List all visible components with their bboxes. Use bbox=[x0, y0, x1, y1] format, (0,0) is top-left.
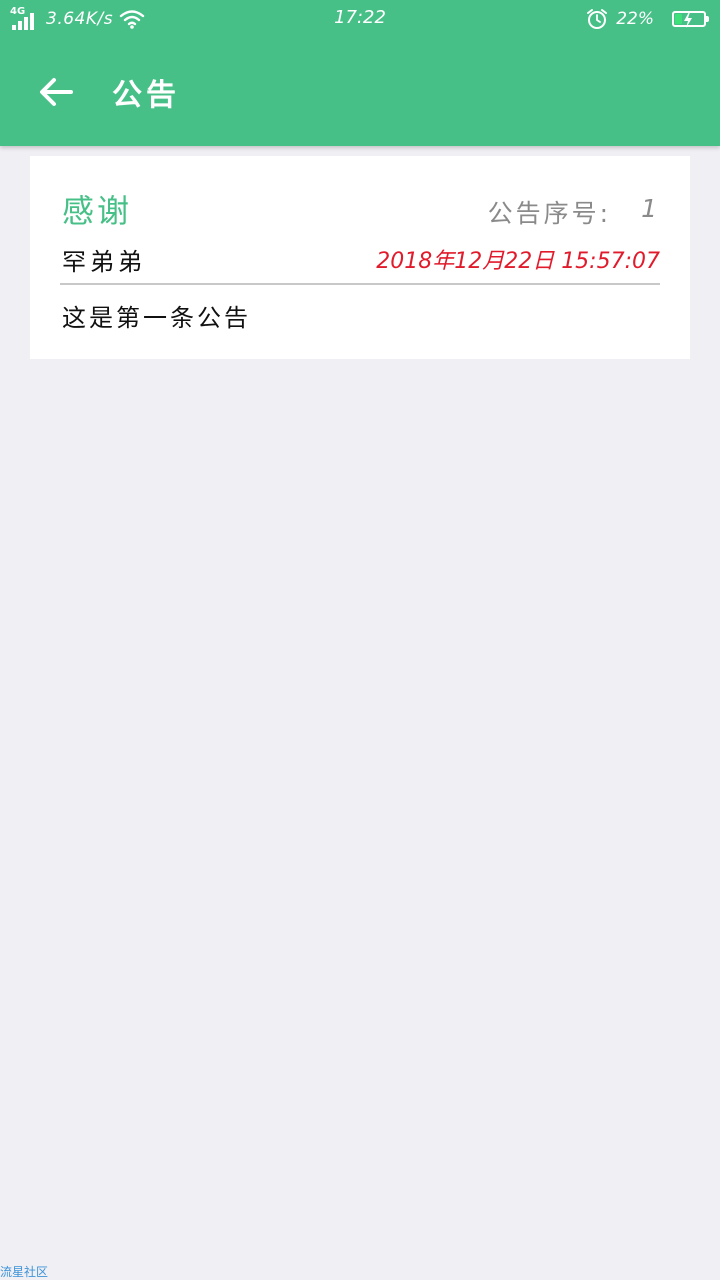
page-title: 公告 bbox=[112, 78, 180, 113]
seq-label: 公告序号: bbox=[487, 199, 612, 228]
watermark: 流星社区 bbox=[0, 1265, 49, 1279]
battery-icon bbox=[672, 11, 709, 28]
announcement-author: 罕弟弟 bbox=[62, 248, 146, 276]
announcement-date: 2018年12月22日 15:57:07 bbox=[376, 249, 660, 274]
status-right: 22% bbox=[586, 6, 709, 32]
announcement-content: 这是第一条公告 bbox=[62, 304, 251, 332]
seq-value: 1 bbox=[641, 194, 660, 223]
announcement-card[interactable]: 感谢 公告序号: 1 罕弟弟 2018年12月22日 15:57:07 这是第一… bbox=[30, 156, 690, 359]
arrow-left-icon bbox=[40, 78, 73, 106]
battery-percent: 22% bbox=[616, 9, 654, 29]
announcement-seq: 公告序号: 1 bbox=[488, 194, 660, 230]
announcement-title: 感谢 bbox=[62, 192, 133, 230]
divider bbox=[60, 283, 660, 285]
app-bar: 4G 3.64K/s 17:22 22% 公告 bbox=[0, 0, 720, 146]
back-button[interactable] bbox=[28, 68, 84, 116]
alarm-icon bbox=[587, 9, 608, 29]
status-bar: 4G 3.64K/s 17:22 22% bbox=[0, 0, 720, 38]
